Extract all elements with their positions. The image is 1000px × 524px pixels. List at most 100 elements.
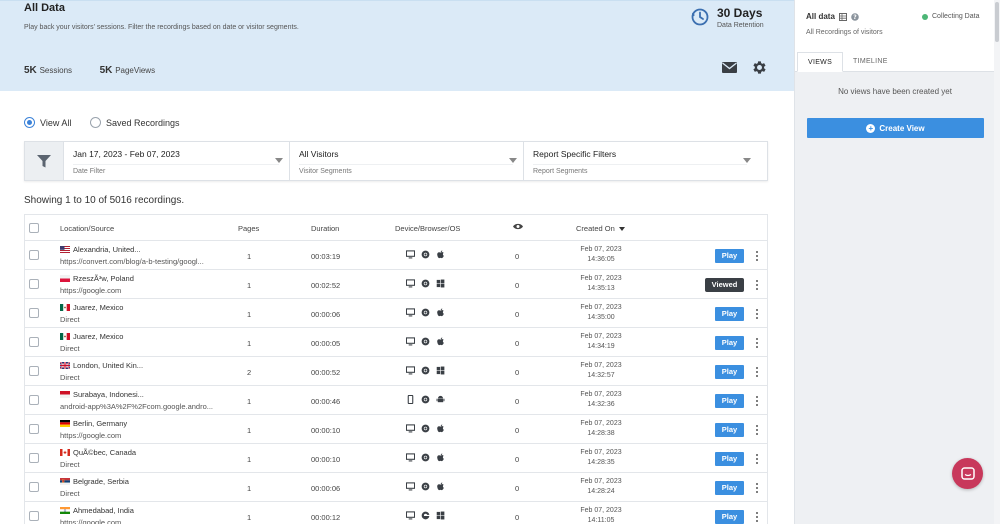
help-icon[interactable]: ? (851, 12, 859, 21)
row-checkbox[interactable] (29, 453, 39, 463)
play-button[interactable]: Play (715, 423, 744, 437)
created-date: Feb 07, 2023 (580, 362, 622, 369)
more-options-icon[interactable] (754, 482, 760, 494)
pages-value: 1 (247, 281, 252, 290)
play-button[interactable]: Play (715, 481, 744, 495)
created-date: Feb 07, 2023 (580, 304, 622, 311)
mail-icon[interactable] (722, 62, 737, 73)
table-icon[interactable] (838, 12, 847, 21)
column-pages[interactable]: Pages (238, 224, 259, 233)
more-options-icon[interactable] (754, 424, 760, 436)
table-row[interactable]: QuÃ©bec, Canada Direct 1 00:00:10 0 Feb … (25, 444, 767, 473)
results-count: Showing 1 to 10 of 5016 recordings. (24, 195, 185, 206)
radio-saved-recordings-dot[interactable] (90, 117, 101, 128)
location-cell: Juarez, Mexico Direct (60, 332, 225, 353)
flag-de-icon (60, 420, 70, 427)
table-row[interactable]: Juarez, Mexico Direct 1 00:00:05 0 Feb 0… (25, 328, 767, 357)
location-cell: Juarez, Mexico Direct (60, 303, 225, 324)
status-text: Collecting Data (932, 13, 980, 20)
location-cell: Berlin, Germany https://google.com (60, 419, 225, 440)
play-button[interactable]: Play (715, 307, 744, 321)
table-row[interactable]: RzeszÃ³w, Poland https://google.com 1 00… (25, 270, 767, 299)
create-view-label: Create View (879, 123, 925, 133)
flag-rs-icon (60, 478, 70, 485)
play-button[interactable]: Play (715, 365, 744, 379)
pageviews-label: PageViews (115, 66, 156, 75)
play-button[interactable]: Play (715, 249, 744, 263)
column-location[interactable]: Location/Source (60, 224, 114, 233)
more-options-icon[interactable] (754, 308, 760, 320)
created-date: Feb 07, 2023 (580, 507, 622, 514)
table-row[interactable]: London, United Kin... Direct 2 00:00:52 … (25, 357, 767, 386)
report-segments-label: Report Segments (533, 164, 747, 175)
row-checkbox[interactable] (29, 250, 39, 260)
table-row[interactable]: Berlin, Germany https://google.com 1 00:… (25, 415, 767, 444)
flag-in-icon (60, 507, 70, 514)
more-options-icon[interactable] (754, 366, 760, 378)
location-cell: RzeszÃ³w, Poland https://google.com (60, 274, 225, 295)
duration-value: 00:03:19 (311, 252, 341, 261)
radio-saved-recordings[interactable]: Saved Recordings (90, 117, 180, 128)
play-button[interactable]: Play (715, 510, 744, 524)
created-on-cell: Feb 07, 2023 14:32:36 (570, 390, 632, 410)
table-row[interactable]: Alexandria, United... https://convert.co… (25, 241, 767, 270)
row-checkbox[interactable] (29, 424, 39, 434)
sort-desc-icon (618, 227, 625, 231)
table-row[interactable]: Juarez, Mexico Direct 1 00:00:06 0 Feb 0… (25, 299, 767, 328)
column-duration[interactable]: Duration (311, 224, 339, 233)
row-checkbox[interactable] (29, 511, 39, 521)
play-button[interactable]: Play (715, 336, 744, 350)
radio-view-all-dot[interactable] (24, 117, 35, 128)
play-button[interactable]: Play (715, 394, 744, 408)
flag-ca-icon (60, 449, 70, 456)
more-options-icon[interactable] (754, 337, 760, 349)
row-checkbox[interactable] (29, 366, 39, 376)
row-checkbox[interactable] (29, 308, 39, 318)
viewed-button[interactable]: Viewed (705, 278, 744, 292)
chrome-icon (421, 337, 430, 346)
column-device[interactable]: Device/Browser/OS (395, 224, 460, 233)
device-icons (405, 424, 445, 433)
filter-button[interactable] (25, 142, 64, 180)
duration-value: 00:00:10 (311, 426, 341, 435)
more-options-icon[interactable] (754, 250, 760, 262)
row-checkbox[interactable] (29, 482, 39, 492)
table-row[interactable]: Surabaya, Indonesi... android-app%3A%2F%… (25, 386, 767, 415)
report-segments-dropdown[interactable]: Report Specific Filters Report Segments (524, 142, 757, 180)
chat-launcher-button[interactable] (952, 458, 983, 489)
more-options-icon[interactable] (754, 453, 760, 465)
more-options-icon[interactable] (754, 395, 760, 407)
more-options-icon[interactable] (754, 511, 760, 523)
row-checkbox[interactable] (29, 279, 39, 289)
created-on-cell: Feb 07, 2023 14:34:19 (570, 332, 632, 352)
tab-views[interactable]: VIEWS (797, 52, 844, 72)
more-options-icon[interactable] (754, 279, 760, 291)
pages-value: 1 (247, 252, 252, 261)
views-value: 0 (515, 310, 520, 319)
date-filter-dropdown[interactable]: Jan 17, 2023 - Feb 07, 2023 Date Filter (64, 142, 290, 180)
created-time: 14:34:19 (587, 343, 615, 350)
column-created-on[interactable]: Created On (576, 224, 625, 233)
radio-view-all[interactable]: View All (24, 117, 71, 128)
created-on-cell: Feb 07, 2023 14:32:57 (570, 361, 632, 381)
row-checkbox[interactable] (29, 395, 39, 405)
table-row[interactable]: Belgrade, Serbia Direct 1 00:00:06 0 Feb… (25, 473, 767, 502)
chrome-icon (421, 395, 430, 404)
scrollbar-thumb[interactable] (995, 2, 999, 42)
created-on-cell: Feb 07, 2023 14:35:13 (570, 274, 632, 294)
scrollbar[interactable] (994, 0, 1000, 524)
visitor-segments-value: All Visitors (299, 149, 339, 159)
eye-icon[interactable] (513, 223, 523, 230)
table-row[interactable]: Ahmedabad, India https://google.com 1 00… (25, 502, 767, 524)
radio-view-all-label: View All (40, 117, 72, 128)
play-button[interactable]: Play (715, 452, 744, 466)
flag-id-icon (60, 391, 70, 398)
views-value: 0 (515, 513, 520, 522)
duration-value: 00:00:10 (311, 455, 341, 464)
row-checkbox[interactable] (29, 337, 39, 347)
tab-timeline[interactable]: TIMELINE (843, 52, 898, 72)
visitor-segments-dropdown[interactable]: All Visitors Visitor Segments (290, 142, 524, 180)
create-view-button[interactable]: + Create View (807, 118, 984, 138)
select-all-checkbox[interactable] (29, 223, 39, 233)
gear-icon[interactable] (751, 59, 768, 76)
